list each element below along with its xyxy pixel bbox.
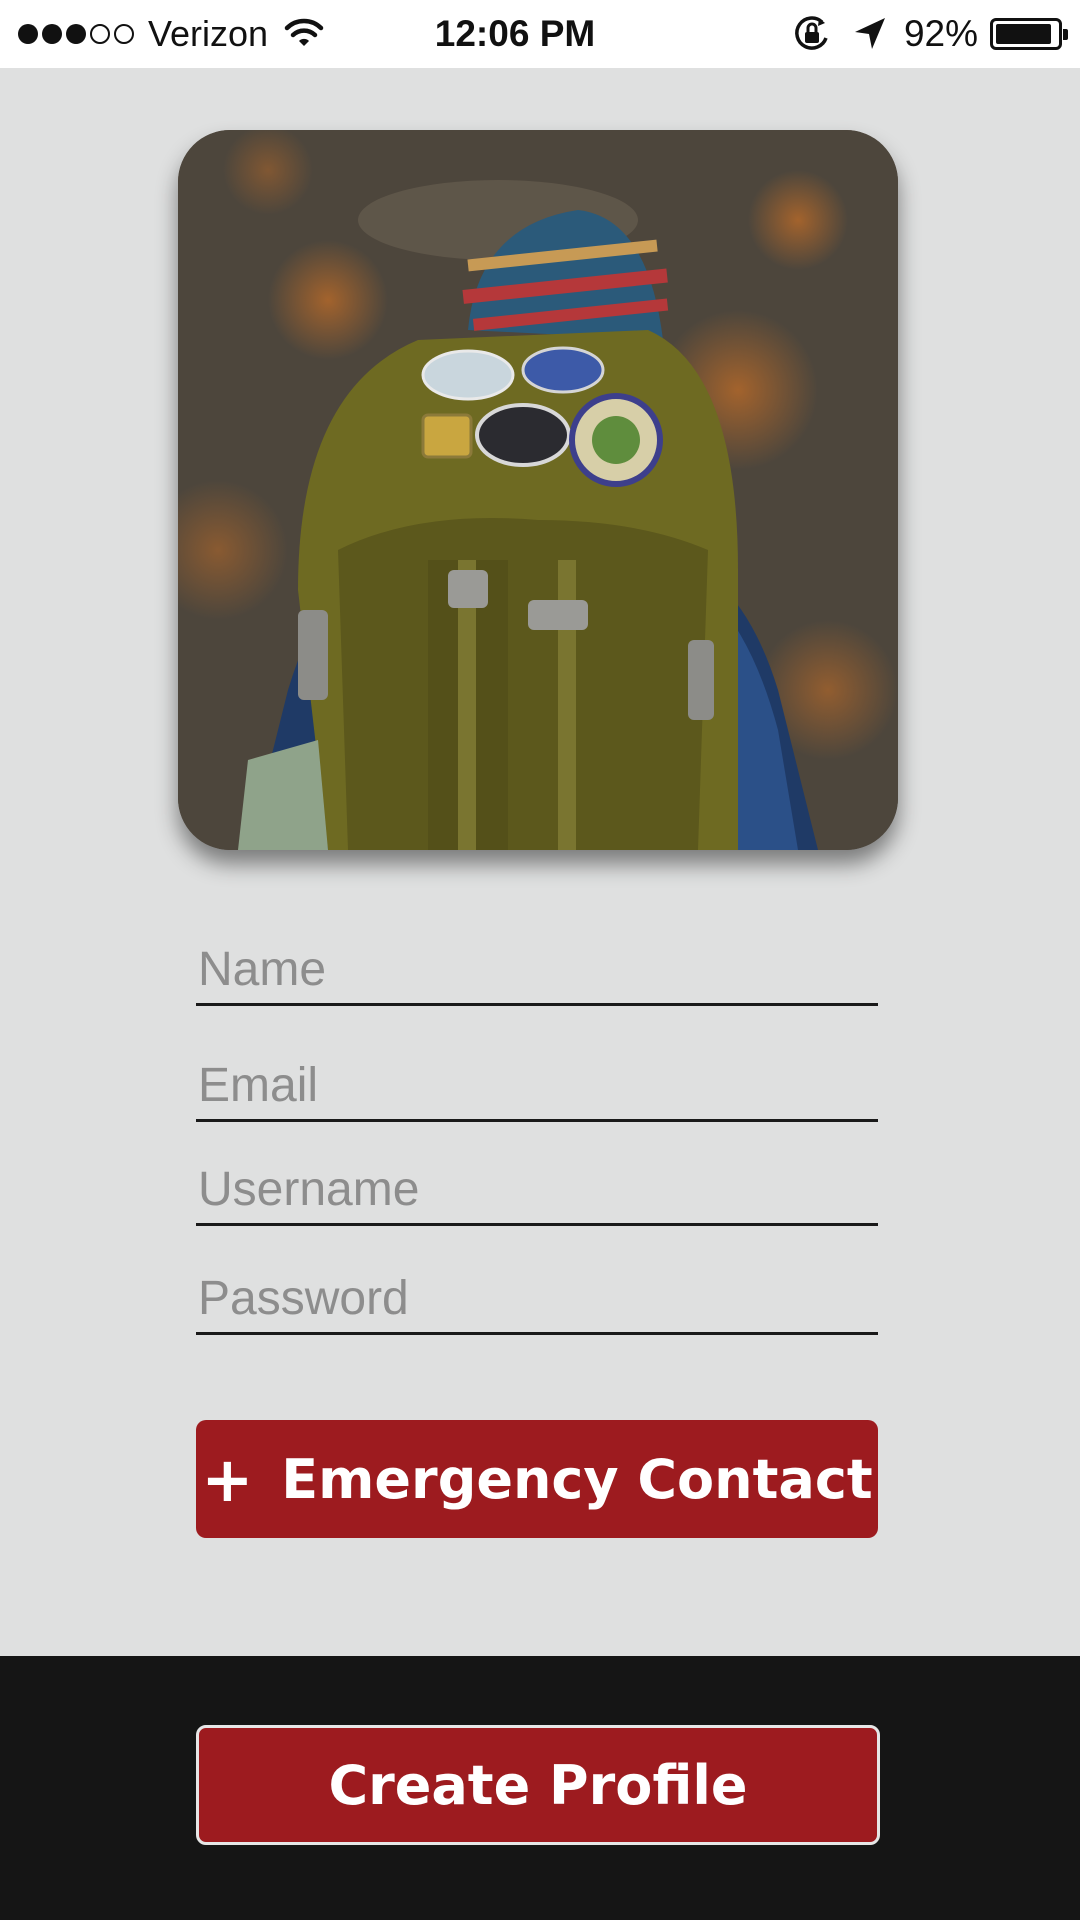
password-field xyxy=(196,1271,878,1335)
email-field xyxy=(196,1058,878,1122)
name-input[interactable] xyxy=(196,942,878,1003)
orientation-lock-icon xyxy=(795,16,828,50)
battery-icon xyxy=(990,18,1068,50)
create-profile-button[interactable]: Create Profile xyxy=(196,1725,880,1845)
hiker-backpack-photo xyxy=(178,130,898,850)
status-right-group: 92% xyxy=(792,0,1068,68)
status-bar: Verizon 12:06 PM 92% xyxy=(0,0,1080,68)
profile-photo[interactable] xyxy=(178,130,898,850)
plus-icon: + xyxy=(201,1442,254,1516)
location-arrow-icon xyxy=(854,18,885,49)
emergency-contact-label: Emergency Contact xyxy=(281,1447,873,1511)
name-field xyxy=(196,942,878,1006)
add-emergency-contact-button[interactable]: + Emergency Contact xyxy=(196,1420,878,1538)
battery-level xyxy=(996,24,1052,44)
battery-tip xyxy=(1063,29,1068,40)
email-input[interactable] xyxy=(196,1058,878,1119)
status-time: 12:06 PM xyxy=(434,13,596,54)
password-input[interactable] xyxy=(196,1271,878,1332)
battery-percent: 92% xyxy=(903,13,978,54)
username-field xyxy=(196,1162,878,1226)
username-input[interactable] xyxy=(196,1162,878,1223)
create-profile-label: Create Profile xyxy=(328,1753,748,1817)
